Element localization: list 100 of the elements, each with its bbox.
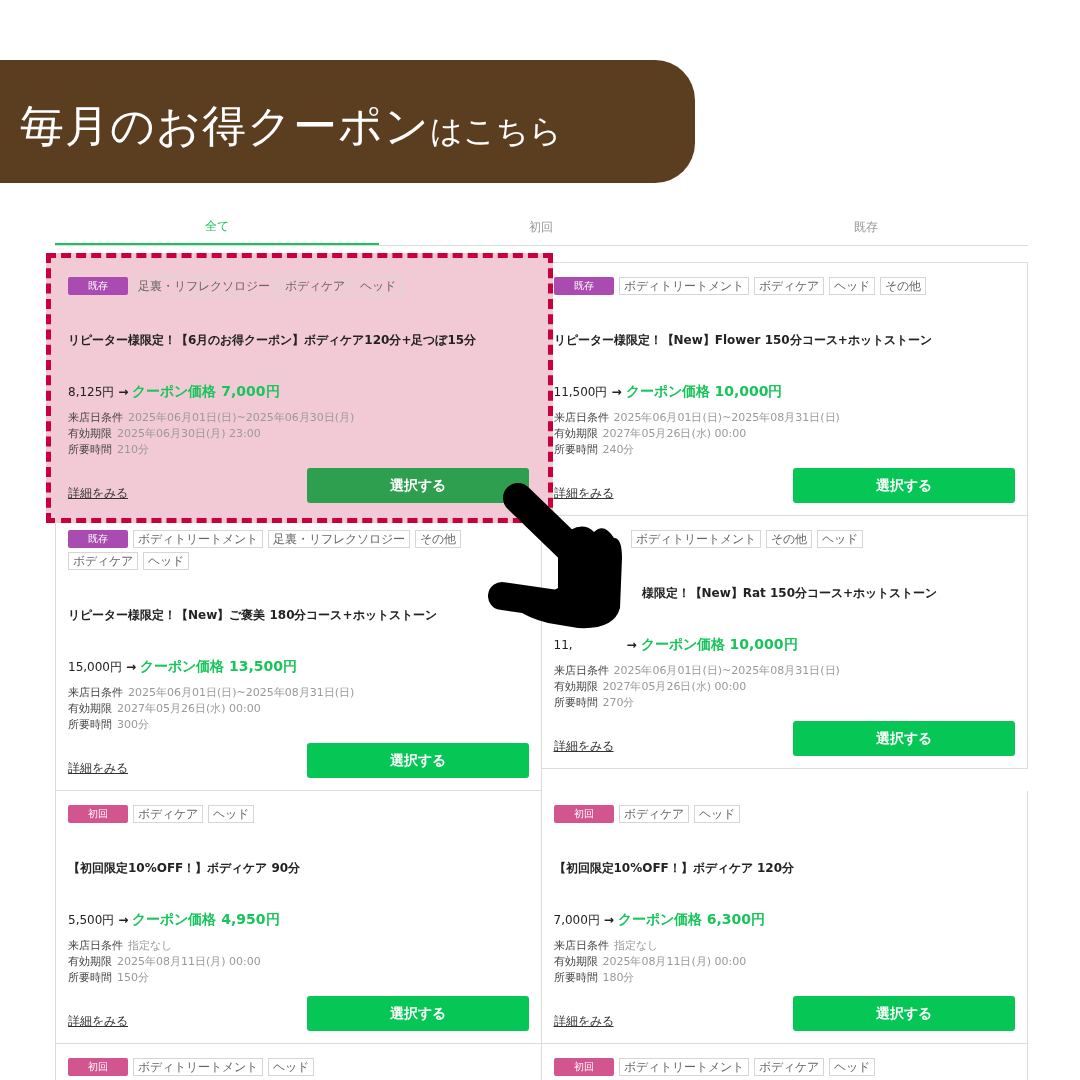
info-value: 2027年05月26日(水) 00:00 — [602, 679, 747, 695]
category-tag: その他 — [879, 277, 926, 295]
details-link[interactable]: 詳細をみる — [553, 737, 614, 755]
category-tag: ヘッド — [208, 805, 254, 823]
category-tag: ボディケア — [280, 277, 350, 295]
info-value: 210分 — [117, 442, 149, 458]
coupon-title: 【初回限定10%OFF！】ボディケア 120分 — [553, 860, 796, 877]
coupon-type-badge: 既存 — [68, 277, 128, 295]
coupon-price: クーポン価格 7,000円 — [132, 382, 280, 401]
arrow-text: → — [118, 384, 129, 401]
original-price: 11, — [553, 637, 573, 654]
coupon-type-badge: 既存 — [68, 530, 128, 548]
original-price: 15,000円 — [68, 659, 122, 676]
coupon-type-badge: 初回 — [553, 805, 614, 823]
details-link[interactable]: 詳細をみる — [553, 484, 614, 502]
arrow-text: → — [611, 384, 622, 401]
info-label: 来店日条件 — [68, 685, 123, 701]
filter-tab[interactable]: 全て — [55, 208, 380, 245]
original-price: 11,500円 — [553, 384, 608, 401]
category-tag: ボディケア — [68, 552, 138, 570]
arrow-text: → — [126, 659, 137, 676]
info-value: 240分 — [602, 442, 635, 458]
category-tag: ボディトリートメント — [133, 1058, 263, 1076]
category-tag: ヘッド — [693, 805, 740, 823]
info-value: 2025年08月11日(月) 00:00 — [602, 954, 747, 970]
select-button[interactable]: 選択する — [793, 996, 1015, 1031]
category-tag: ボディケア — [133, 805, 203, 823]
coupon-price: クーポン価格 10,000円 — [625, 382, 783, 401]
info-value: 2025年06月01日(日)~2025年08月31日(日) — [613, 663, 840, 679]
info-value: 2025年06月01日(日)~2025年08月31日(日) — [128, 685, 355, 701]
category-tag: ボディトリートメント — [618, 277, 749, 295]
info-label: 来店日条件 — [68, 938, 123, 954]
coupon-title: リピーター様限定！【New】Flower 150分コース+ホットストーン — [553, 332, 933, 349]
filter-tab[interactable]: 初回 — [379, 208, 704, 245]
info-value: 2025年08月11日(月) 00:00 — [117, 954, 261, 970]
info-label: 有効期限 — [553, 954, 598, 970]
banner-suffix: はこちら — [430, 110, 562, 152]
details-link[interactable]: 詳細をみる — [68, 1012, 128, 1030]
info-value: 150分 — [117, 970, 149, 986]
coupon-title: リピーター様限定！【New】ご褒美 180分コース+ホットストーン — [68, 607, 438, 624]
select-button[interactable]: 選択する — [306, 468, 529, 503]
info-value: 2027年05月26日(水) 00:00 — [602, 426, 747, 442]
select-button[interactable]: 選択する — [793, 721, 1015, 756]
info-label: 来店日条件 — [553, 938, 609, 954]
category-tag: ボディケア — [618, 805, 689, 823]
category-tag: その他 — [765, 530, 812, 548]
coupon-price: クーポン価格 13,500円 — [140, 657, 297, 676]
info-value: 270分 — [602, 695, 635, 711]
category-tag: ボディケア — [753, 1058, 824, 1076]
category-tag: ヘッド — [268, 1058, 314, 1076]
info-value: 180分 — [602, 970, 635, 986]
info-label: 有効期限 — [68, 701, 112, 717]
info-label: 有効期限 — [553, 426, 598, 442]
coupon-type-badge: 初回 — [553, 1058, 614, 1076]
info-label: 所要時間 — [68, 970, 112, 986]
details-link[interactable]: 詳細をみる — [68, 484, 128, 502]
info-label: 来店日条件 — [68, 410, 123, 426]
coupon-price: クーポン価格 10,000円 — [640, 635, 798, 654]
info-value: 2025年06月01日(日)~2025年06月30日(月) — [128, 410, 355, 426]
info-value: 2027年05月26日(水) 00:00 — [117, 701, 261, 717]
coupon-title: リピーター様限定！【6月のお得クーポン】ボディケア120分+足つぼ15分 — [68, 332, 478, 349]
info-label: 所要時間 — [68, 717, 112, 733]
info-label: 来店日条件 — [553, 663, 609, 679]
arrow-text: → — [118, 912, 129, 929]
original-price: 8,125円 — [68, 384, 115, 401]
info-value: 指定なし — [128, 938, 172, 954]
category-tag: ボディケア — [753, 277, 824, 295]
coupon-price: クーポン価格 6,300円 — [617, 910, 766, 929]
original-price: 7,000円 — [553, 912, 600, 929]
category-tag: 足裏・リフレクソロジー — [133, 277, 275, 295]
coupon-title: 【初回限定10%OFF！】ボディケア 90分 — [68, 860, 302, 877]
category-tag: ボディトリートメント — [133, 530, 263, 548]
category-tag: 足裏・リフレクソロジー — [268, 530, 410, 548]
category-tag: ヘッド — [816, 530, 863, 548]
info-label: 所要時間 — [553, 442, 598, 458]
info-value: 指定なし — [613, 938, 658, 954]
category-tag: ボディトリートメント — [630, 530, 761, 548]
arrow-text: → — [626, 637, 637, 654]
category-tag: その他 — [415, 530, 461, 548]
select-button[interactable]: 選択する — [306, 996, 529, 1031]
filter-tab[interactable]: 既存 — [703, 208, 1028, 245]
select-button[interactable]: 選択する — [306, 743, 529, 778]
coupon-price: クーポン価格 4,950円 — [132, 910, 280, 929]
select-button[interactable]: 選択する — [793, 468, 1015, 503]
info-label: 有効期限 — [68, 954, 112, 970]
info-label: 来店日条件 — [553, 410, 609, 426]
category-tag: ヘッド — [828, 1058, 875, 1076]
category-tag: ヘッド — [828, 277, 875, 295]
info-label: 有効期限 — [553, 679, 598, 695]
category-tag: ボディトリートメント — [618, 1058, 749, 1076]
arrow-text: → — [603, 912, 614, 929]
details-link[interactable]: 詳細をみる — [68, 759, 128, 777]
category-tag: ヘッド — [143, 552, 189, 570]
info-label: 所要時間 — [68, 442, 112, 458]
details-link[interactable]: 詳細をみる — [553, 1012, 614, 1030]
info-value: 2025年06月01日(日)~2025年08月31日(日) — [613, 410, 840, 426]
info-value: 2025年06月30日(月) 23:00 — [117, 426, 261, 442]
info-label: 有効期限 — [68, 426, 112, 442]
category-tag: ヘッド — [355, 277, 401, 295]
info-value: 300分 — [117, 717, 149, 733]
